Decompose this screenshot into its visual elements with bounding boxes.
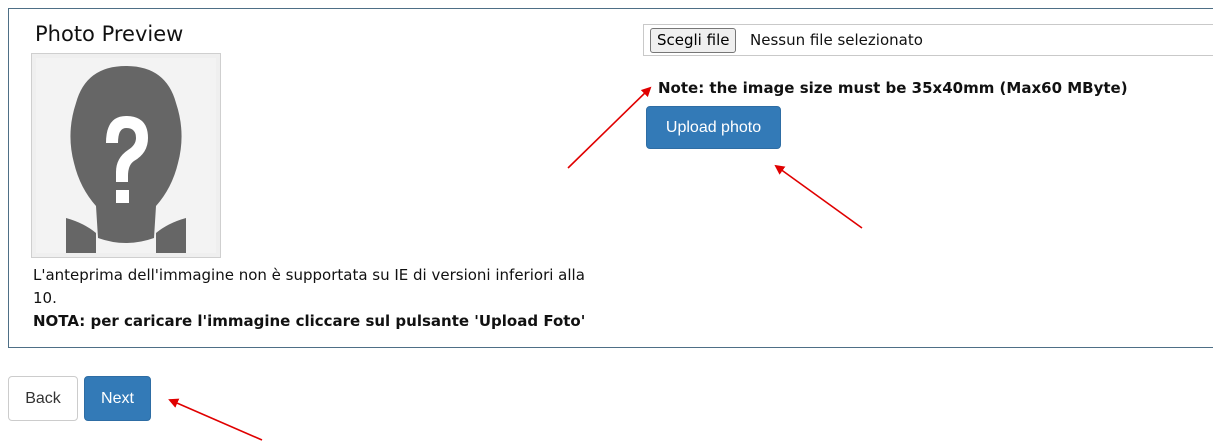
unknown-person-question-icon: [36, 58, 216, 253]
photo-preview-image: [31, 53, 221, 258]
photo-preview-title: Photo Preview: [35, 22, 184, 46]
file-input[interactable]: Scegli file Nessun file selezionato: [643, 24, 1213, 56]
arrow-to-next-button: [168, 398, 263, 441]
preview-caption: L'anteprima dell'immagine non è supporta…: [33, 264, 613, 333]
upload-instruction-note: NOTA: per caricare l'immagine cliccare s…: [33, 312, 586, 330]
back-button[interactable]: Back: [8, 376, 78, 421]
next-button[interactable]: Next: [84, 376, 151, 421]
upload-photo-button[interactable]: Upload photo: [646, 106, 781, 149]
image-size-note: Note: the image size must be 35x40mm (Ma…: [658, 79, 1128, 97]
choose-file-button[interactable]: Scegli file: [650, 28, 737, 53]
ie-compat-note: L'anteprima dell'immagine non è supporta…: [33, 266, 585, 307]
file-status-text: Nessun file selezionato: [750, 31, 923, 49]
